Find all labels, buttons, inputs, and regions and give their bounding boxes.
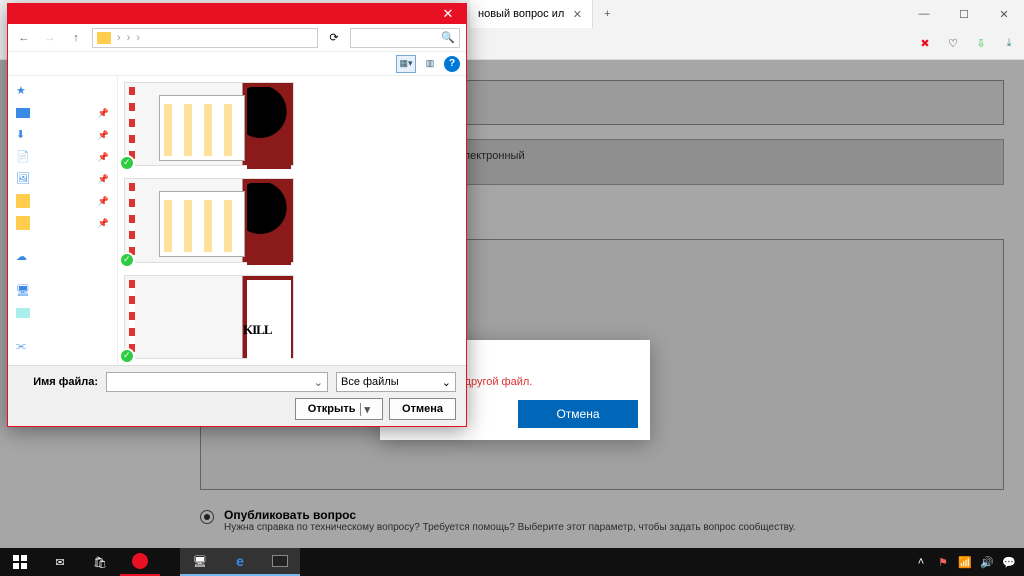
search-input[interactable]: 🔍: [350, 28, 460, 48]
pc-icon: 🖥: [16, 284, 30, 298]
window-minimize-button[interactable]: —: [904, 0, 944, 28]
sidebar-item-drive[interactable]: [12, 304, 113, 322]
pin-icon: 📌: [98, 196, 109, 207]
taskbar: ✉ 🛍 🖥 e ˄ ⚑ 📶 🔊 💬: [0, 548, 1024, 576]
address-bar[interactable]: › › ›: [92, 28, 318, 48]
breadcrumb-sep-icon: ›: [117, 32, 121, 44]
folder-icon: [97, 32, 111, 44]
dialog-sidebar: ★ 📌 ⬇📌 📄📌 🖼📌 📌 📌 ☁ 🖥 ⫘: [8, 76, 118, 365]
sidebar-item-documents[interactable]: 📄📌: [12, 148, 113, 166]
dropdown-icon[interactable]: ▾: [360, 403, 371, 416]
drive-icon: [16, 308, 30, 318]
sidebar-item-onedrive[interactable]: ☁: [12, 248, 113, 266]
view-thumbnails-button[interactable]: ▦▾: [396, 55, 416, 73]
filename-input[interactable]: ⌄: [106, 372, 328, 392]
open-button[interactable]: Открыть▾: [295, 398, 383, 420]
pictures-icon: 🖼: [16, 172, 30, 186]
window-close-button[interactable]: ✕: [984, 0, 1024, 28]
downloads-icon: ⬇: [16, 128, 30, 142]
pin-icon: 📌: [98, 174, 109, 185]
new-tab-button[interactable]: +: [593, 0, 621, 28]
breadcrumb-sep-icon: ›: [136, 32, 140, 44]
taskbar-explorer-icon[interactable]: 🖥: [180, 548, 220, 576]
sync-badge-icon: [119, 348, 135, 364]
network-icon: ⫘: [16, 340, 30, 354]
view-details-button[interactable]: ▥: [420, 55, 440, 73]
save-icon[interactable]: ⤓: [1000, 35, 1018, 53]
taskbar-opera-icon[interactable]: [120, 548, 160, 576]
favorite-icon[interactable]: ♡: [944, 35, 962, 53]
dialog-footer: Имя файла: ⌄ Все файлы⌄ Открыть▾ Отмена: [8, 365, 466, 426]
system-tray: ˄ ⚑ 📶 🔊 💬: [906, 555, 1024, 569]
view-toolbar: ▦▾ ▥ ?: [8, 52, 466, 76]
dialog-titlebar: ✕: [8, 4, 466, 24]
pin-icon: 📌: [98, 108, 109, 119]
download-icon[interactable]: ⇩: [972, 35, 990, 53]
file-thumbnail[interactable]: [124, 178, 294, 262]
chevron-down-icon: ⌄: [442, 376, 451, 389]
popup-cancel-button[interactable]: Отмена: [518, 400, 638, 428]
sidebar-item-folder[interactable]: 📌: [12, 214, 113, 232]
stop-icon[interactable]: ✖: [916, 35, 934, 53]
tab-close-icon[interactable]: ✕: [570, 7, 584, 21]
tray-flag-icon[interactable]: ⚑: [936, 555, 950, 569]
sidebar-item-downloads[interactable]: ⬇📌: [12, 126, 113, 144]
pin-icon: 📌: [98, 130, 109, 141]
cancel-button[interactable]: Отмена: [389, 398, 456, 420]
refresh-icon[interactable]: ⟳: [324, 28, 344, 48]
browser-tab[interactable]: новый вопрос ил ✕: [470, 0, 593, 28]
filename-label: Имя файла:: [18, 376, 98, 388]
desktop-icon: [16, 108, 30, 118]
pin-icon: 📌: [98, 218, 109, 229]
sidebar-item-pictures[interactable]: 🖼📌: [12, 170, 113, 188]
folder-icon: [16, 194, 30, 208]
thumbnail-text: KILL: [243, 322, 287, 338]
sidebar-item-folder[interactable]: 📌: [12, 192, 113, 210]
thumbnail-area: KILL: [118, 76, 466, 365]
window-maximize-button[interactable]: ☐: [944, 0, 984, 28]
sync-badge-icon: [119, 252, 135, 268]
help-icon[interactable]: ?: [444, 56, 460, 72]
file-thumbnail[interactable]: KILL: [124, 275, 294, 359]
breadcrumb-sep-icon: ›: [127, 32, 131, 44]
pin-icon: 📌: [98, 152, 109, 163]
taskbar-cmd-icon[interactable]: [260, 548, 300, 576]
nav-forward-icon[interactable]: →: [40, 28, 60, 48]
documents-icon: 📄: [16, 150, 30, 164]
cloud-icon: ☁: [16, 250, 30, 264]
sync-badge-icon: [119, 155, 135, 171]
taskbar-store-icon[interactable]: 🛍: [80, 548, 120, 576]
dialog-close-button[interactable]: ✕: [430, 4, 466, 24]
tray-volume-icon[interactable]: 🔊: [980, 555, 994, 569]
tray-wifi-icon[interactable]: 📶: [958, 555, 972, 569]
taskbar-mail-icon[interactable]: ✉: [40, 548, 80, 576]
file-open-dialog: ✕ ← → ↑ › › › ⟳ 🔍 ▦▾ ▥ ? ★ 📌 ⬇📌 �: [7, 3, 467, 427]
search-icon: 🔍: [441, 31, 455, 44]
nav-back-icon[interactable]: ←: [14, 28, 34, 48]
filetype-select[interactable]: Все файлы⌄: [336, 372, 456, 392]
star-icon: ★: [16, 84, 30, 98]
dialog-nav: ← → ↑ › › › ⟳ 🔍: [8, 24, 466, 52]
start-button[interactable]: [0, 548, 40, 576]
sidebar-item-network[interactable]: ⫘: [12, 338, 113, 356]
sidebar-item-quickaccess[interactable]: ★: [12, 82, 113, 100]
tray-chevron-icon[interactable]: ˄: [914, 555, 928, 569]
tray-notifications-icon[interactable]: 💬: [1002, 555, 1016, 569]
sidebar-item-desktop[interactable]: 📌: [12, 104, 113, 122]
file-thumbnail[interactable]: [124, 82, 294, 166]
taskbar-edge-icon[interactable]: e: [220, 548, 260, 576]
sidebar-item-thispc[interactable]: 🖥: [12, 282, 113, 300]
folder-icon: [16, 216, 30, 230]
nav-up-icon[interactable]: ↑: [66, 28, 86, 48]
tab-title: новый вопрос ил: [478, 8, 564, 20]
